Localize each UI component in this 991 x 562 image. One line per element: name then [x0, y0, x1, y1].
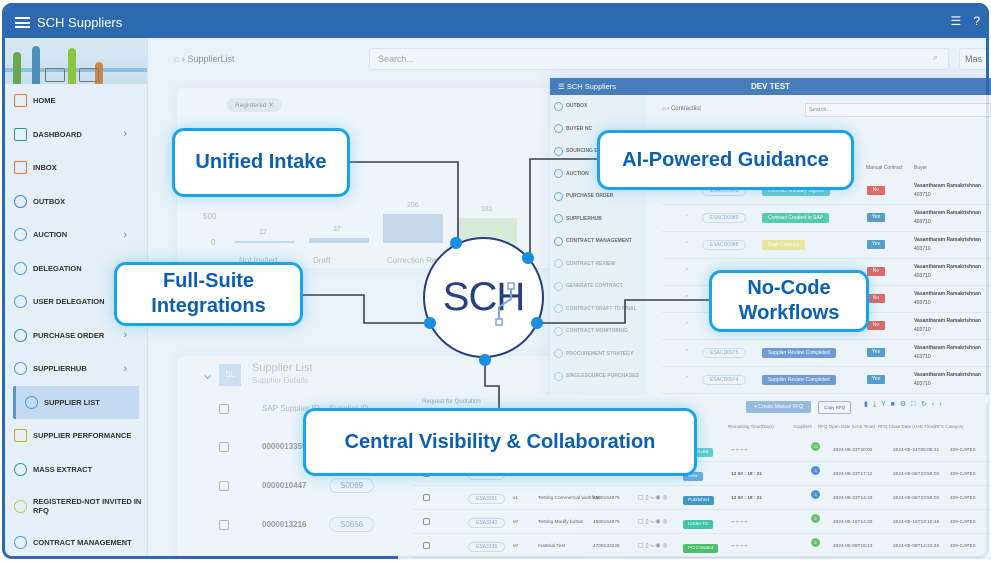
callout-text: Central Visibility & Collaboration — [344, 430, 656, 453]
callout-text: No-Code — [747, 277, 831, 299]
callout-text: Integrations — [151, 295, 266, 317]
connector-dot — [424, 317, 436, 329]
callout-text: Full-Suite — [162, 270, 255, 292]
connector-dot — [531, 317, 543, 329]
connector-dot — [450, 237, 462, 249]
callout-text: Workflows — [738, 302, 840, 324]
connector-dot — [479, 354, 491, 366]
callout-text: Unified Intake — [195, 151, 327, 173]
connector-dot — [522, 252, 534, 264]
callout-visibility: Central Visibility & Collaboration — [303, 408, 697, 476]
callout-ai-guidance: AI-Powered Guidance — [597, 130, 854, 190]
callout-nocode: No-Code Workflows — [709, 270, 869, 332]
callout-integrations: Full-Suite Integrations — [114, 262, 303, 326]
callout-unified-intake: Unified Intake — [172, 128, 350, 197]
callout-text: AI-Powered Guidance — [622, 148, 829, 171]
